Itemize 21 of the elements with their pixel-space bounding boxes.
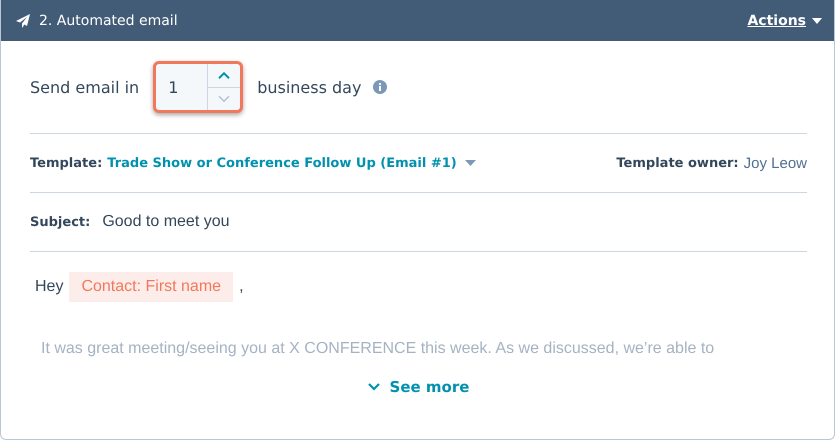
number-input[interactable]: 1 bbox=[153, 61, 244, 113]
caret-icon[interactable] bbox=[464, 160, 476, 166]
step-title: 2. Automated email bbox=[39, 12, 178, 28]
owner-name: Joy Leow bbox=[744, 154, 807, 172]
subject-text: Good to meet you bbox=[102, 213, 230, 231]
caret-icon[interactable] bbox=[812, 18, 822, 24]
subject-label: Subject: bbox=[30, 214, 90, 230]
see-more-link[interactable]: See more bbox=[368, 378, 470, 396]
send-label: Send email in bbox=[30, 78, 140, 96]
owner-label: Template owner: bbox=[616, 156, 739, 170]
info-icon[interactable] bbox=[373, 80, 388, 94]
unit-label: business day bbox=[257, 78, 362, 96]
greeting-text: Hey bbox=[35, 278, 64, 296]
paper-plane-icon bbox=[15, 12, 31, 28]
contact-token: Contact: First name bbox=[69, 272, 234, 302]
template-dropdown[interactable]: Trade Show or Conference Follow Up (Email #1) bbox=[107, 156, 476, 170]
comma-text: , bbox=[239, 278, 244, 296]
actions-dropdown[interactable]: Actions bbox=[747, 12, 822, 28]
template-label: Template: bbox=[30, 156, 102, 170]
chevron-down-icon[interactable] bbox=[368, 383, 380, 391]
email-preview-text: It was great meeting/seeing you at X CONFERENCE this week. As we discussed, we’re able to bbox=[41, 340, 716, 358]
